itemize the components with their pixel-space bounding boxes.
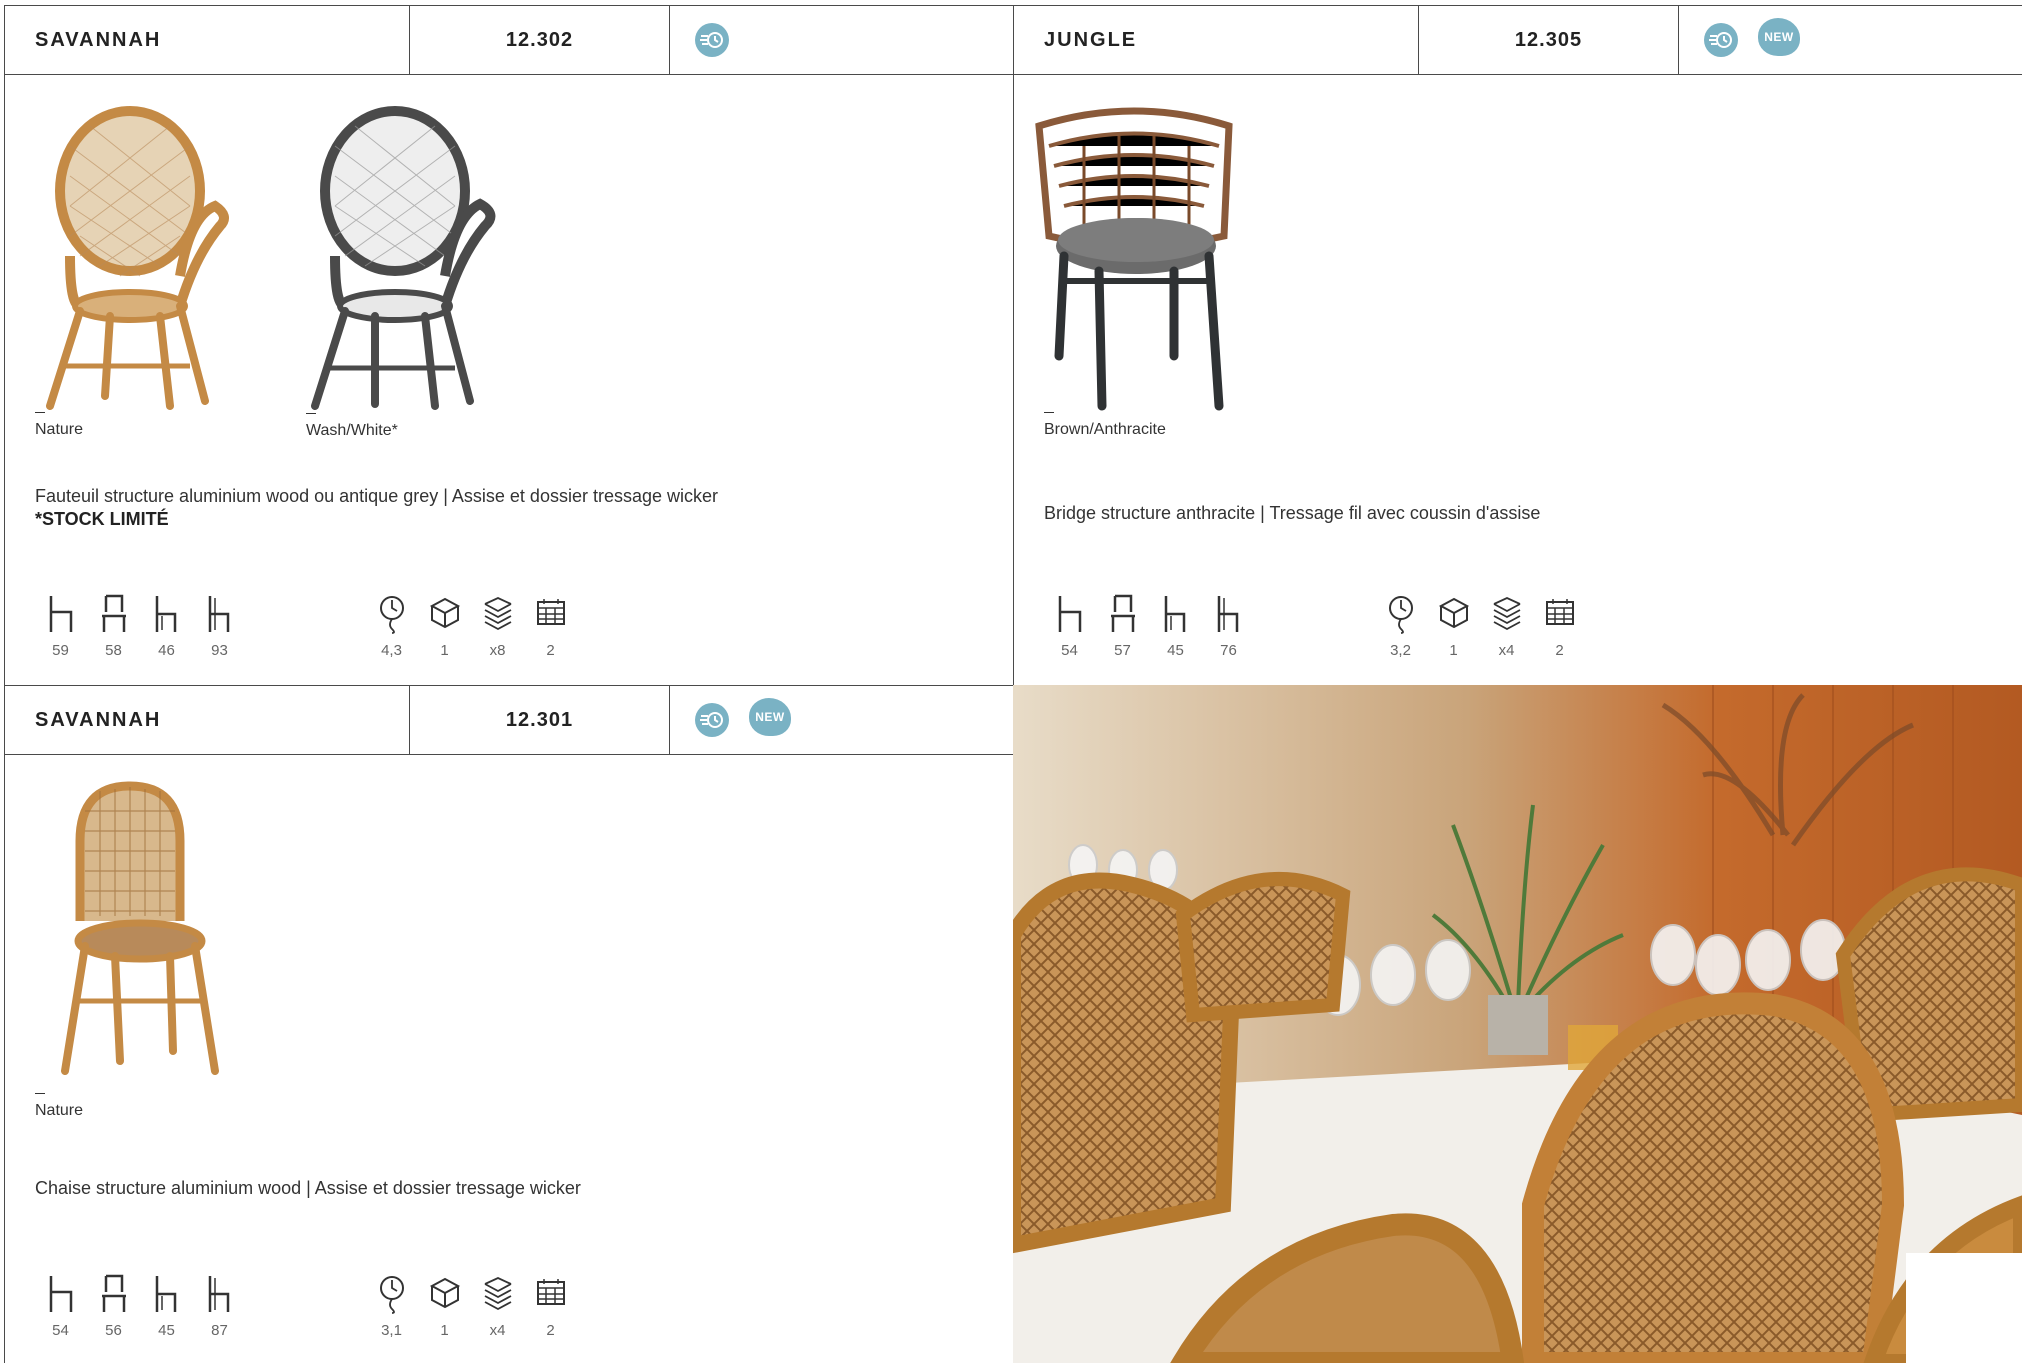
new-badge: NEW — [749, 698, 791, 736]
variant-label: Brown/Anthracite — [1044, 412, 1166, 439]
variant-label: Nature — [35, 412, 83, 439]
total-height-icon — [208, 1276, 229, 1312]
total-height-icon — [208, 596, 229, 632]
product-name: SAVANNAH — [5, 686, 410, 754]
product-card-jungle-12305: JUNGLE 12.305 NEW Brown/Anthracite Bridg… — [1013, 5, 2022, 686]
spec-calendar: 2 — [524, 1274, 577, 1339]
chair-image-wash-white — [311, 106, 496, 410]
variant-label: Wash/White* — [306, 413, 398, 440]
spec-width: 54 — [1043, 594, 1096, 659]
spec-calendar: 2 — [1533, 594, 1586, 659]
restaurant-scene-image — [1013, 685, 2022, 1363]
badge-group: NEW — [1679, 6, 1800, 74]
dimension-specs: 59 58 46 93 — [34, 594, 246, 659]
card-header: JUNGLE 12.305 NEW — [1014, 6, 2022, 75]
chair-depth-icon — [1110, 594, 1135, 632]
weight-icon — [379, 596, 404, 634]
product-description: Bridge structure anthracite | Tressage f… — [1044, 503, 1541, 523]
dimension-specs: 54 57 45 76 — [1043, 594, 1255, 659]
spec-stack: x4 — [1480, 594, 1533, 659]
new-badge: NEW — [1758, 18, 1800, 56]
chair-depth-icon — [101, 1274, 126, 1312]
logistics-specs: 3,2 1 x4 2 — [1374, 594, 1586, 659]
chair-width-icon — [49, 596, 72, 632]
fast-delivery-icon — [695, 703, 729, 737]
spec-total-height: 87 — [193, 1274, 246, 1339]
product-description: Fauteuil structure aluminium wood ou ant… — [35, 485, 955, 531]
spec-calendar: 2 — [524, 594, 577, 659]
stack-icon — [484, 1277, 511, 1311]
calendar-icon — [536, 599, 565, 625]
chair-width-icon — [49, 1276, 72, 1312]
product-reference: 12.305 — [1419, 6, 1679, 74]
fast-delivery-icon — [695, 23, 729, 57]
dimension-specs: 54 56 45 87 — [34, 1274, 246, 1339]
spec-seat-height: 46 — [140, 594, 193, 659]
spec-box: 1 — [418, 594, 471, 659]
logistics-specs: 4,3 1 x8 2 — [365, 594, 577, 659]
card-header: SAVANNAH 12.301 NEW — [5, 686, 1013, 755]
chair-image-nature — [46, 106, 229, 410]
badge-group: NEW — [670, 686, 791, 754]
chair-image-brown-anthracite — [1035, 107, 1233, 411]
chair-image-nature — [61, 781, 219, 1075]
spec-width: 54 — [34, 1274, 87, 1339]
product-reference: 12.302 — [410, 6, 670, 74]
product-card-savannah-12302: SAVANNAH 12.302 Nature Wash/White* Faute… — [4, 5, 1014, 686]
seat-height-icon — [155, 1276, 176, 1312]
spec-depth: 58 — [87, 594, 140, 659]
spec-weight: 3,1 — [365, 1274, 418, 1339]
weight-icon — [1388, 596, 1413, 634]
logistics-specs: 3,1 1 x4 2 — [365, 1274, 577, 1339]
calendar-icon — [1545, 599, 1574, 625]
stack-icon — [1493, 597, 1520, 631]
product-card-savannah-12301: SAVANNAH 12.301 NEW Nature Chaise struct… — [4, 685, 1014, 1363]
spec-stack: x8 — [471, 594, 524, 659]
spec-depth: 57 — [1096, 594, 1149, 659]
spec-weight: 3,2 — [1374, 594, 1427, 659]
box-icon — [429, 1277, 460, 1309]
product-name: SAVANNAH — [5, 6, 410, 74]
weight-icon — [379, 1276, 404, 1314]
seat-height-icon — [1164, 596, 1185, 632]
card-header: SAVANNAH 12.302 — [5, 6, 1013, 75]
fast-delivery-icon — [1704, 23, 1738, 57]
calendar-icon — [536, 1279, 565, 1305]
spec-seat-height: 45 — [1149, 594, 1202, 659]
spec-box: 1 — [418, 1274, 471, 1339]
spec-weight: 4,3 — [365, 594, 418, 659]
spec-total-height: 76 — [1202, 594, 1255, 659]
badge-group — [670, 6, 729, 74]
seat-height-icon — [155, 596, 176, 632]
spec-stack: x4 — [471, 1274, 524, 1339]
spec-width: 59 — [34, 594, 87, 659]
variant-label: Nature — [35, 1093, 83, 1120]
box-icon — [429, 597, 460, 629]
product-description: Chaise structure aluminium wood | Assise… — [35, 1178, 581, 1198]
chair-depth-icon — [101, 594, 126, 632]
product-reference: 12.301 — [410, 686, 670, 754]
stack-icon — [484, 597, 511, 631]
restaurant-ambience-photo — [1013, 685, 2022, 1363]
spec-box: 1 — [1427, 594, 1480, 659]
spec-depth: 56 — [87, 1274, 140, 1339]
spec-seat-height: 45 — [140, 1274, 193, 1339]
box-icon — [1438, 597, 1469, 629]
spec-total-height: 93 — [193, 594, 246, 659]
stock-note: *STOCK LIMITÉ — [35, 509, 169, 529]
product-name: JUNGLE — [1014, 6, 1419, 74]
total-height-icon — [1217, 596, 1238, 632]
chair-width-icon — [1058, 596, 1081, 632]
